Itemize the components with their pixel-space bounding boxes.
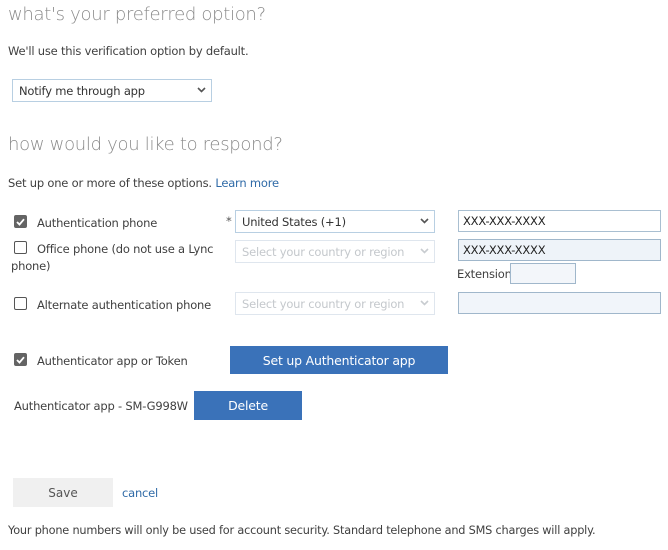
office-phone-checkbox[interactable] [14, 241, 27, 254]
office-phone-country-select[interactable]: Select your country or region [235, 240, 435, 263]
checkmark-icon [16, 218, 25, 226]
learn-more-link[interactable]: Learn more [215, 176, 279, 190]
save-button[interactable]: Save [13, 478, 113, 507]
office-phone-label-line2: phone) [11, 259, 51, 273]
alternate-phone-input[interactable] [458, 292, 661, 314]
respond-description: Set up one or more of these options. Lea… [8, 176, 279, 190]
chevron-down-icon [420, 299, 429, 308]
alternate-phone-country-placeholder: Select your country or region [242, 296, 405, 311]
authentication-phone-country-value: United States (+1) [242, 214, 346, 229]
authenticator-device-label: Authenticator app - SM-G998W [14, 399, 188, 413]
required-marker: * [226, 214, 232, 228]
authentication-phone-country-select[interactable]: United States (+1) [235, 210, 435, 233]
authentication-phone-input[interactable]: XXX-XXX-XXXX [458, 210, 661, 232]
preferred-option-heading: what's your preferred option? [8, 4, 266, 25]
delete-device-button[interactable]: Delete [194, 391, 302, 420]
office-phone-country-placeholder: Select your country or region [242, 244, 405, 259]
alternate-phone-country-select[interactable]: Select your country or region [235, 292, 435, 315]
office-phone-input[interactable]: XXX-XXX-XXXX [458, 239, 661, 261]
authenticator-app-label: Authenticator app or Token [37, 354, 188, 368]
respond-description-text: Set up one or more of these options. [8, 176, 212, 190]
authentication-phone-checkbox[interactable] [14, 215, 27, 228]
authentication-phone-label: Authentication phone [37, 216, 158, 230]
preferred-option-value: Notify me through app [19, 83, 145, 98]
alternate-phone-label: Alternate authentication phone [37, 298, 211, 312]
chevron-down-icon [197, 86, 206, 95]
chevron-down-icon [420, 247, 429, 256]
respond-heading: how would you like to respond? [8, 134, 283, 155]
authenticator-app-checkbox[interactable] [14, 353, 27, 366]
chevron-down-icon [420, 217, 429, 226]
cancel-link[interactable]: cancel [122, 486, 158, 500]
extension-label: Extension [457, 267, 512, 281]
preferred-option-description: We'll use this verification option by de… [8, 44, 249, 58]
checkmark-icon [16, 356, 25, 364]
alternate-phone-checkbox[interactable] [14, 297, 27, 310]
extension-input[interactable] [510, 263, 576, 284]
office-phone-label-line1: Office phone (do not use a Lync [37, 242, 214, 256]
setup-authenticator-button[interactable]: Set up Authenticator app [230, 346, 448, 374]
preferred-option-select[interactable]: Notify me through app [12, 79, 212, 102]
footer-disclaimer: Your phone numbers will only be used for… [8, 524, 596, 537]
